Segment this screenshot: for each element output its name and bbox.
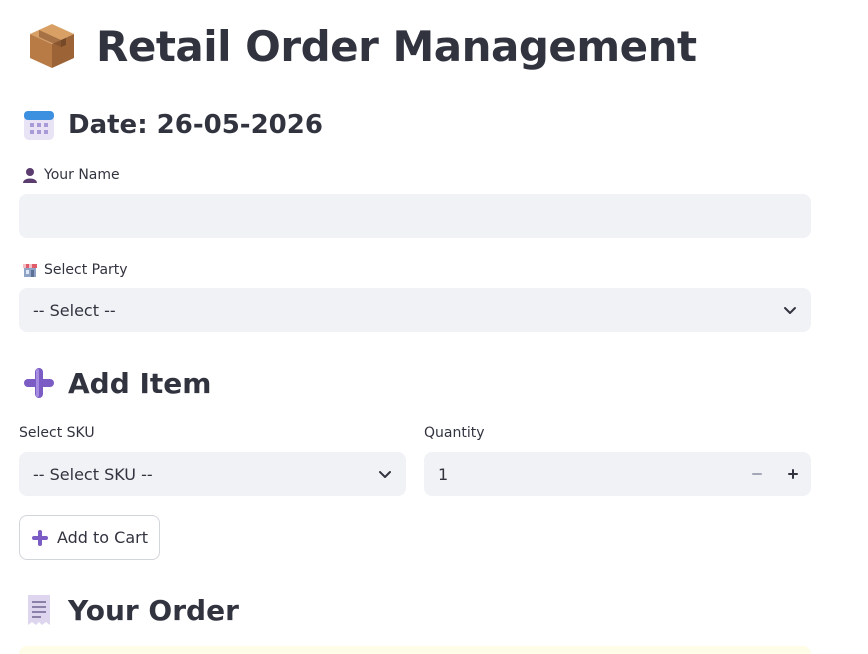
- party-label: Select Party: [22, 262, 128, 278]
- party-selected-value: -- Select --: [33, 300, 116, 320]
- plus-icon: [31, 529, 48, 546]
- sku-select[interactable]: -- Select SKU --: [19, 452, 406, 496]
- title-row: Retail Order Management: [26, 14, 697, 78]
- add-item-heading: Add Item: [68, 366, 212, 400]
- calendar-icon: [24, 111, 54, 140]
- order-heading: Your Order: [68, 593, 239, 627]
- quantity-label: Quantity: [424, 425, 485, 441]
- sku-selected-value: -- Select SKU --: [33, 464, 153, 484]
- user-icon: [23, 168, 37, 183]
- app-page: Retail Order Management Date: 26-05-2026…: [0, 0, 868, 654]
- add-item-section: Add Item: [22, 362, 211, 404]
- chevron-down-icon: [379, 471, 391, 478]
- date-heading: Date: 26-05-2026: [68, 110, 323, 140]
- decrement-button[interactable]: [739, 452, 775, 496]
- name-input[interactable]: [19, 194, 811, 238]
- party-label-text: Select Party: [44, 262, 128, 278]
- date-row: Date: 26-05-2026: [22, 104, 323, 146]
- package-icon: [30, 24, 74, 68]
- quantity-stepper: 1: [424, 452, 811, 496]
- quantity-input[interactable]: 1: [424, 465, 739, 484]
- plus-small-icon: [788, 469, 798, 479]
- add-to-cart-label: Add to Cart: [56, 528, 149, 547]
- increment-button[interactable]: [775, 452, 811, 496]
- minus-icon: [752, 473, 762, 475]
- sku-label: Select SKU: [19, 425, 95, 441]
- name-label: Your Name: [22, 167, 120, 183]
- chevron-down-icon: [784, 307, 796, 314]
- order-info-box: [19, 646, 811, 654]
- store-icon: [23, 264, 37, 277]
- page-title: Retail Order Management: [96, 21, 697, 71]
- receipt-icon: [28, 595, 50, 625]
- order-section: Your Order: [22, 589, 239, 631]
- name-label-text: Your Name: [44, 167, 120, 183]
- plus-icon: [24, 368, 54, 398]
- party-select[interactable]: -- Select --: [19, 288, 811, 332]
- add-to-cart-button[interactable]: Add to Cart: [19, 515, 160, 560]
